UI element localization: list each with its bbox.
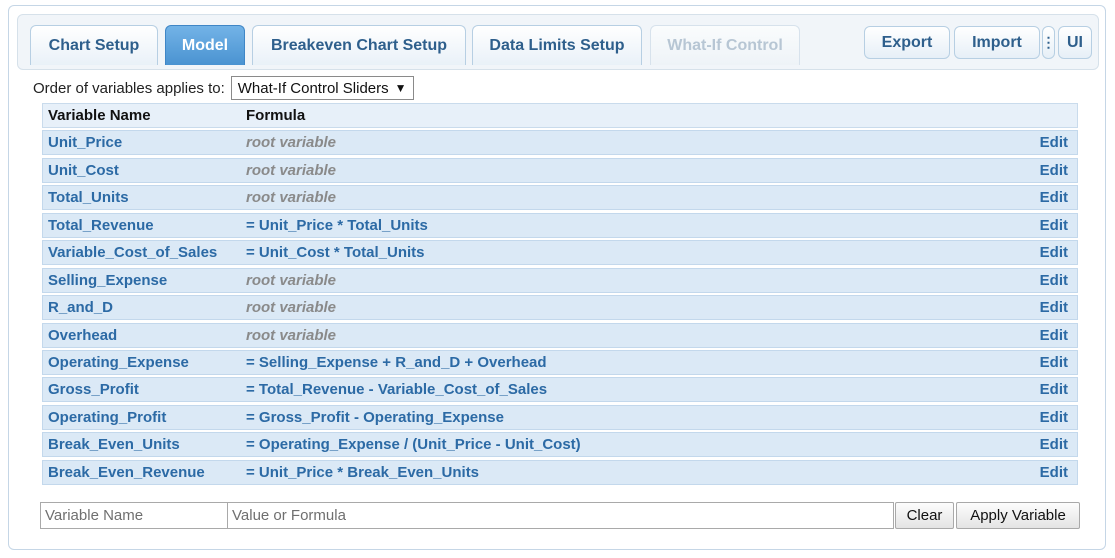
formula-cell: = Selling_Expense + R_and_D + Overhead bbox=[246, 353, 547, 371]
variable-name-input[interactable] bbox=[40, 502, 228, 529]
variable-order-setting: Order of variables applies to: What-If C… bbox=[33, 75, 414, 101]
formula-cell: root variable bbox=[246, 326, 337, 344]
edit-link[interactable]: Edit bbox=[1017, 299, 1077, 316]
edit-link[interactable]: Edit bbox=[1017, 244, 1077, 261]
tab-breakeven-chart-setup[interactable]: Breakeven Chart Setup bbox=[252, 25, 466, 65]
variable-name-cell: Total_Units bbox=[48, 189, 129, 207]
variable-name-cell: Selling_Expense bbox=[48, 271, 168, 289]
variable-name-cell: Break_Even_Revenue bbox=[48, 463, 205, 481]
apply-variable-button[interactable]: Apply Variable bbox=[956, 502, 1080, 529]
formula-cell: = Unit_Cost * Total_Units bbox=[246, 244, 425, 262]
edit-link[interactable]: Edit bbox=[1017, 327, 1077, 344]
table-row: Gross_Profit = Total_Revenue - Variable_C… bbox=[42, 377, 1078, 403]
edit-link[interactable]: Edit bbox=[1017, 217, 1077, 234]
variable-name-cell: Unit_Cost bbox=[48, 161, 119, 179]
import-button[interactable]: Import bbox=[954, 26, 1040, 59]
order-label: Order of variables applies to: bbox=[33, 79, 225, 97]
table-row: Selling_Expense root variable Edit bbox=[42, 267, 1078, 293]
variable-name-cell: Gross_Profit bbox=[48, 381, 139, 399]
header-formula: Formula bbox=[246, 107, 306, 124]
tab-what-if-control: What-If Control bbox=[650, 25, 800, 65]
export-button[interactable]: Export bbox=[864, 26, 950, 59]
formula-cell: root variable bbox=[246, 161, 337, 179]
formula-cell: = Operating_Expense / (Unit_Price - Unit… bbox=[246, 436, 581, 454]
more-options-icon[interactable]: ⋮ bbox=[1042, 26, 1056, 59]
header-variable-name: Variable Name bbox=[48, 107, 151, 124]
variables-table: Variable Name Formula Unit_Priceroot var… bbox=[42, 103, 1078, 487]
table-row: Operating_Profit = Gross_Profit - Operati… bbox=[42, 404, 1078, 430]
table-row: Break_Even_Units = Operating_Expense / (U… bbox=[42, 432, 1078, 458]
edit-link[interactable]: Edit bbox=[1017, 381, 1077, 398]
order-select-value: What-If Control Sliders bbox=[237, 79, 389, 97]
variable-name-cell: R_and_D bbox=[48, 299, 114, 317]
variable-name-cell: Operating_Profit bbox=[48, 408, 167, 426]
table-row: Unit_Price root variable Edit bbox=[42, 130, 1078, 156]
variable-name-cell: Operating_Expense bbox=[48, 353, 189, 371]
edit-link[interactable]: Edit bbox=[1017, 354, 1077, 371]
table-header: Variable Name Formula bbox=[42, 103, 1078, 128]
tab-chart-setup[interactable]: Chart Setup bbox=[30, 25, 158, 65]
edit-link[interactable]: Edit bbox=[1017, 436, 1077, 453]
table-row: Variable_Cost_of_Sales = Unit_Cost * Tota… bbox=[42, 240, 1078, 266]
edit-link[interactable]: Edit bbox=[1017, 134, 1077, 151]
formula-cell: root variable bbox=[246, 134, 337, 152]
table-row: Total_Units root variable Edit bbox=[42, 185, 1078, 211]
edit-link[interactable]: Edit bbox=[1017, 409, 1077, 426]
formula-cell: root variable bbox=[246, 189, 337, 207]
edit-link[interactable]: Edit bbox=[1017, 272, 1077, 289]
edit-link[interactable]: Edit bbox=[1017, 189, 1077, 206]
formula-cell: = Unit_Price * Total_Units bbox=[246, 216, 428, 234]
variable-name-cell: Unit_Price bbox=[48, 134, 123, 152]
formula-cell: = Total_Revenue - Variable_Cost_of_Sales bbox=[246, 381, 548, 399]
formula-cell: = Gross_Profit - Operating_Expense bbox=[246, 408, 504, 426]
clear-button[interactable]: Clear bbox=[895, 502, 954, 529]
edit-link[interactable]: Edit bbox=[1017, 162, 1077, 179]
ui-button[interactable]: UI bbox=[1058, 26, 1092, 59]
variable-name-cell: Total_Revenue bbox=[48, 216, 154, 234]
edit-link[interactable]: Edit bbox=[1017, 464, 1077, 481]
table-row: R_and_D root variable Edit bbox=[42, 295, 1078, 321]
tab-bar: Chart Setup Model Breakeven Chart Setup … bbox=[17, 14, 1099, 70]
order-select[interactable]: What-If Control Sliders ▼ bbox=[230, 76, 414, 100]
formula-cell: root variable bbox=[246, 299, 337, 317]
table-row: Overhead root variable Edit bbox=[42, 322, 1078, 348]
variable-name-cell: Break_Even_Units bbox=[48, 436, 180, 454]
table-row: Operating_Expense = Selling_Expense + R_a… bbox=[42, 349, 1078, 375]
table-row: Unit_Cost root variable Edit bbox=[42, 157, 1078, 183]
formula-cell: = Unit_Price * Break_Even_Units bbox=[246, 463, 480, 481]
formula-cell: root variable bbox=[246, 271, 337, 289]
dropdown-arrow-icon: ▼ bbox=[394, 81, 407, 95]
tab-model[interactable]: Model bbox=[165, 25, 245, 65]
variable-name-cell: Variable_Cost_of_Sales bbox=[48, 244, 218, 262]
value-formula-input[interactable] bbox=[228, 502, 894, 529]
table-row: Break_Even_Revenue = Unit_Price * Break_E… bbox=[42, 459, 1078, 485]
table-row: Total_Revenue = Unit_Price * Total_Units E… bbox=[42, 212, 1078, 238]
variable-name-cell: Overhead bbox=[48, 326, 118, 344]
variable-editor: Clear Apply Variable bbox=[40, 502, 1080, 529]
tab-data-limits-setup[interactable]: Data Limits Setup bbox=[472, 25, 642, 65]
